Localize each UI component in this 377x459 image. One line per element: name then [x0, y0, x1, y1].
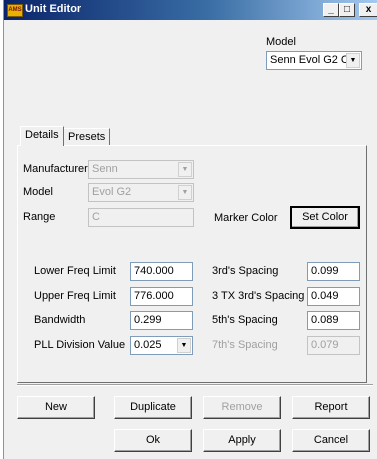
bandwidth-label: Bandwidth [34, 314, 86, 326]
chevron-down-icon[interactable]: ▼ [177, 338, 191, 353]
third-spacing-label: 3rd's Spacing [212, 265, 279, 277]
new-button[interactable]: New [17, 396, 95, 419]
manufacturer-label: Manufacturer [23, 163, 88, 175]
upper-freq-label: Upper Freq Limit [34, 290, 116, 302]
lower-freq-value: 740.000 [134, 265, 174, 277]
bandwidth-value: 0.299 [134, 314, 162, 326]
cancel-button[interactable]: Cancel [292, 429, 370, 452]
unit-editor-window: AMS Unit Editor _ □ x Model Senn Evol G2… [3, 0, 377, 459]
chevron-down-icon[interactable]: ▼ [346, 53, 360, 68]
chevron-down-icon[interactable]: ▼ [178, 162, 192, 177]
seventh-spacing-value: 0.079 [311, 339, 339, 351]
seventh-spacing-input[interactable]: 0.079 [307, 336, 360, 355]
button-separator [17, 384, 373, 386]
lower-freq-label: Lower Freq Limit [34, 265, 116, 277]
app-icon: AMS [7, 4, 23, 17]
header-model-select[interactable]: Senn Evol G2 C ▼ [266, 51, 362, 70]
manufacturer-value: Senn [92, 163, 118, 175]
tab-details-label: Details [25, 129, 59, 141]
maximize-button[interactable]: □ [339, 3, 355, 17]
upper-freq-value: 776.000 [134, 290, 174, 302]
third-spacing-value: 0.099 [311, 265, 339, 277]
range-value: C [92, 211, 100, 223]
tab-presets[interactable]: Presets [63, 128, 111, 145]
duplicate-button[interactable]: Duplicate [114, 396, 192, 419]
seventh-spacing-label: 7th's Spacing [212, 339, 278, 351]
marker-color-label: Marker Color [214, 212, 278, 224]
report-button[interactable]: Report [292, 396, 370, 419]
remove-button[interactable]: Remove [203, 396, 281, 419]
model-select[interactable]: Evol G2 ▼ [88, 183, 194, 202]
set-color-button[interactable]: Set Color [290, 206, 360, 229]
range-field[interactable]: C [88, 208, 194, 227]
fifth-spacing-input[interactable]: 0.089 [307, 311, 360, 330]
chevron-down-icon[interactable]: ▼ [178, 185, 192, 200]
upper-freq-input[interactable]: 776.000 [130, 287, 193, 306]
fifth-spacing-label: 5th's Spacing [212, 314, 278, 326]
pll-division-value: 0.025 [134, 339, 162, 351]
bandwidth-input[interactable]: 0.299 [130, 311, 193, 330]
header-model-label: Model [266, 36, 296, 48]
ok-button[interactable]: Ok [114, 429, 192, 452]
three-tx-spacing-value: 0.049 [311, 290, 339, 302]
model-value: Evol G2 [92, 186, 132, 198]
fifth-spacing-value: 0.089 [311, 314, 339, 326]
window-title: Unit Editor [25, 3, 82, 15]
apply-button[interactable]: Apply [203, 429, 281, 452]
minimize-button[interactable]: _ [323, 3, 339, 17]
title-bar[interactable]: AMS Unit Editor _ □ x [4, 0, 377, 20]
model-label: Model [23, 186, 53, 198]
tab-details[interactable]: Details [20, 126, 64, 146]
tab-presets-label: Presets [68, 131, 106, 143]
pll-division-label: PLL Division Value [34, 339, 126, 351]
manufacturer-select[interactable]: Senn ▼ [88, 160, 194, 179]
lower-freq-input[interactable]: 740.000 [130, 262, 193, 281]
close-button[interactable]: x [359, 3, 377, 17]
header-model-value: Senn Evol G2 C [270, 54, 349, 66]
three-tx-spacing-input[interactable]: 0.049 [307, 287, 360, 306]
third-spacing-input[interactable]: 0.099 [307, 262, 360, 281]
three-tx-spacing-label: 3 TX 3rd's Spacing [212, 290, 305, 302]
range-label: Range [23, 211, 56, 223]
pll-division-select[interactable]: 0.025 ▼ [130, 336, 193, 355]
